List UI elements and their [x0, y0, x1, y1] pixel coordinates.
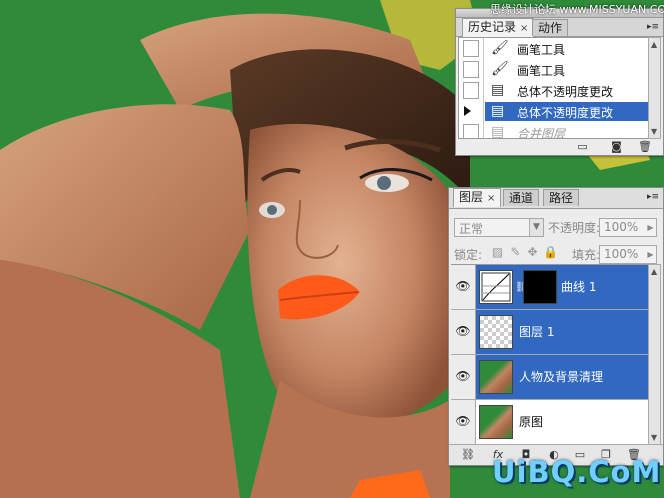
layers-scrollbar[interactable]: ▲ ▼ [648, 264, 661, 445]
panel-menu-icon[interactable]: ▸≡ [647, 22, 659, 32]
scroll-down-icon[interactable]: ▼ [651, 127, 657, 136]
eye-icon[interactable]: 👁 [455, 325, 471, 337]
history-step-label: 总体不透明度更改 [517, 85, 614, 99]
new-document-from-state-icon[interactable]: ▭ [576, 141, 589, 152]
history-step[interactable]: ▤ 合并图层 [459, 122, 650, 139]
tab-paths-label: 路径 [549, 191, 574, 205]
lock-pixels-icon[interactable]: ✎ [509, 246, 522, 259]
layer-row-figure-cleanup[interactable]: 👁 人物及背景清理 [451, 355, 659, 400]
history-step-selected[interactable]: ▤ 总体不透明度更改 [459, 101, 650, 122]
close-icon[interactable]: × [487, 193, 495, 204]
layer-row-original[interactable]: 👁 原图 [451, 400, 659, 445]
tab-paths[interactable]: 路径 [543, 189, 580, 206]
snapshot-icon[interactable]: ◙ [610, 141, 623, 152]
tab-history-label: 历史记录 [468, 20, 517, 34]
lock-label: 锁定: [454, 248, 483, 262]
layers-list: 👁 ⛓ 曲线 1 👁 图层 1 👁 人物及背景清理 👁 原图 [451, 264, 659, 445]
scroll-up-icon[interactable]: ▲ [651, 40, 657, 49]
layer-mask-thumbnail[interactable] [523, 270, 557, 304]
chevron-down-icon: ▼ [529, 219, 543, 236]
blend-opacity-row: 正常 ▼ 不透明度: 100% ▶ [449, 215, 663, 237]
history-list: 🖌 画笔工具 🖌 画笔工具 ▤ 总体不透明度更改 ▤ 总体不透明度更改 ▤ 合并… [458, 37, 651, 139]
blend-mode-select[interactable]: 正常 ▼ [454, 218, 544, 237]
link-icon[interactable]: ⛓ [461, 449, 475, 461]
lock-fill-row: 锁定: ▨ ✎ ✥ 🔒 填充: 100% ▶ [449, 242, 663, 264]
eye-icon[interactable]: 👁 [455, 280, 471, 292]
scroll-up-icon[interactable]: ▲ [651, 267, 657, 276]
history-step-label: 画笔工具 [517, 43, 566, 57]
chevron-right-icon: ▶ [647, 223, 654, 232]
layer-thumbnail [479, 360, 513, 394]
layer-name: 曲线 1 [561, 280, 597, 294]
history-scrollbar[interactable]: ▲ ▼ [648, 37, 661, 139]
history-state-marker-icon [464, 106, 471, 116]
tab-layers-label: 图层 [459, 190, 484, 204]
trash-icon[interactable]: 🗑 [638, 141, 652, 152]
tab-channels-label: 通道 [509, 191, 534, 205]
curves-adjustment-icon [479, 270, 513, 304]
history-step[interactable]: 🖌 画笔工具 [459, 38, 650, 59]
top-watermark: 思缘设计论坛 www.MISSYUAN.COM [490, 3, 664, 16]
panel-menu-icon[interactable]: ▸≡ [647, 192, 659, 202]
tab-actions[interactable]: 动作 [532, 19, 569, 36]
brush-icon: 🖌 [491, 40, 509, 56]
layer-row-curves[interactable]: 👁 ⛓ 曲线 1 [451, 265, 659, 310]
layers-panel: 图层 × 通道 路径 ▸≡ 正常 ▼ 不透明度: 100% ▶ 锁定: ▨ ✎ ✥… [448, 187, 664, 466]
history-step-label: 画笔工具 [517, 64, 566, 78]
history-state-icon: ▤ [491, 103, 505, 119]
scroll-down-icon[interactable]: ▼ [651, 433, 657, 442]
tab-history[interactable]: 历史记录 × [462, 18, 535, 37]
history-state-icon: ▤ [491, 124, 505, 139]
eye-icon[interactable]: 👁 [455, 370, 471, 382]
tab-actions-label: 动作 [538, 21, 563, 35]
layers-tabs: 图层 × 通道 路径 ▸≡ [449, 188, 663, 209]
eye-icon[interactable]: 👁 [455, 415, 471, 427]
tab-channels[interactable]: 通道 [503, 189, 540, 206]
history-source-checkbox[interactable] [463, 124, 479, 138]
layer-row-layer1[interactable]: 👁 图层 1 [451, 310, 659, 355]
history-source-checkbox[interactable] [463, 40, 479, 57]
layer-thumbnail [479, 315, 513, 349]
opacity-label: 不透明度: [548, 221, 601, 235]
lock-position-icon[interactable]: ✥ [526, 246, 539, 259]
history-footer: ▭ ◙ 🗑 [456, 139, 663, 155]
fill-value: 100% [604, 247, 639, 261]
chevron-right-icon: ▶ [647, 250, 654, 259]
opacity-field[interactable]: 100% ▶ [599, 218, 657, 237]
brush-icon: 🖌 [491, 61, 509, 77]
history-panel: 历史记录 × 动作 ▸≡ 🖌 画笔工具 🖌 画笔工具 ▤ 总体不透明度更改 ▤ 总… [455, 8, 664, 156]
close-icon[interactable]: × [520, 23, 528, 34]
tab-layers[interactable]: 图层 × [453, 188, 502, 207]
blend-mode-value: 正常 [459, 222, 484, 236]
history-step-label: 总体不透明度更改 [517, 106, 614, 120]
history-step[interactable]: 🖌 画笔工具 [459, 59, 650, 80]
history-source-checkbox[interactable] [463, 82, 479, 99]
layer-name: 图层 1 [519, 325, 555, 339]
uibq-watermark: UiBQ.CoM [492, 455, 662, 489]
history-state-icon: ▤ [491, 82, 505, 98]
layer-name: 原图 [519, 415, 544, 429]
fill-field[interactable]: 100% ▶ [599, 245, 657, 264]
lock-all-icon[interactable]: 🔒 [543, 246, 558, 259]
layer-thumbnail [479, 405, 513, 439]
history-step-label: 合并图层 [517, 127, 566, 139]
history-tabs: 历史记录 × 动作 ▸≡ [456, 18, 663, 37]
history-step[interactable]: ▤ 总体不透明度更改 [459, 80, 650, 101]
opacity-value: 100% [604, 220, 639, 234]
history-source-checkbox[interactable] [463, 61, 479, 78]
layer-name: 人物及背景清理 [519, 370, 604, 384]
fill-label: 填充: [572, 248, 601, 262]
lock-transparency-icon[interactable]: ▨ [491, 246, 504, 259]
